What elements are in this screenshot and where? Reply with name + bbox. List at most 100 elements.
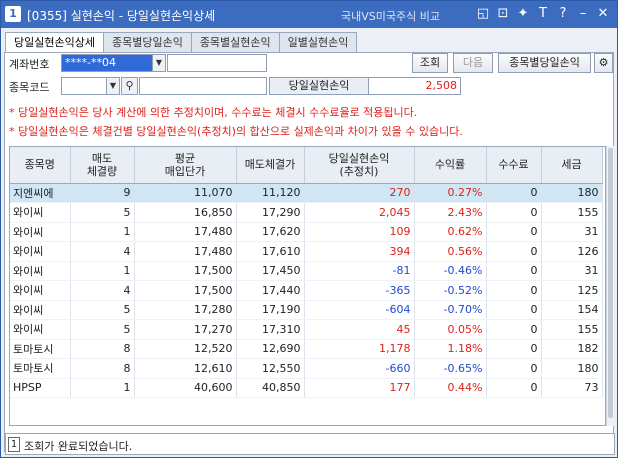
tab-daily-realized-pnl[interactable]: 일별실현손익 [278,32,358,52]
tab-daily-pnl-detail[interactable]: 당일실현손익상세 [5,32,104,53]
compare-link[interactable]: 국내VS미국주식 비교 [341,8,440,24]
chevron-down-icon: ▼ [155,58,163,67]
daily-pnl-by-stock-button[interactable]: 종목별당일손익 [498,53,591,73]
cell-return-rate: 0.62% [414,222,487,242]
close-icon[interactable]: ✕ [595,5,611,23]
header-label: 세금 [561,158,582,172]
cell-stock-name: 와이씨 [10,300,71,320]
text-icon[interactable]: T [535,5,551,23]
main-panel: 계좌번호 ****-**04 ▼ 조회 다음 종목별당일손익 ⚙ 종목코드 ▼ … [4,52,614,452]
cell-sell-price: 17,450 [236,261,305,281]
header-label: 당일실현손익 [328,151,390,165]
next-button[interactable]: 다음 [453,53,493,73]
tab-realized-pnl-by-stock[interactable]: 종목별실현손익 [190,32,280,52]
settings-button[interactable]: ⚙ [594,53,613,73]
cell-sell-qty: 9 [70,183,135,203]
table-row[interactable]: 와이씨 1 17,480 17,620 109 0.62% 0 31 [10,222,603,242]
header-sublabel: 체결량 [86,164,118,178]
header-tax[interactable]: 세금 [541,147,603,184]
cell-return-rate: -0.65% [414,358,487,379]
header-daily-pnl[interactable]: 당일실현손익 (추정치) [304,147,415,184]
table-row[interactable]: 와이씨 5 17,280 17,190 -604 -0.70% 0 154 [10,300,603,320]
cell-fee: 0 [486,319,542,340]
stock-search-button[interactable]: ⚲ [121,77,138,95]
link-icon[interactable]: ⊡ [495,5,511,23]
cell-return-rate: 0.56% [414,241,487,262]
cell-sell-price: 12,550 [236,358,305,379]
cell-stock-name: 와이씨 [10,222,71,242]
window-title: [0355] 실현손익 - 당일실현손익상세 [27,9,216,23]
account-dropdown[interactable]: ▼ [152,54,166,72]
table-row[interactable]: 와이씨 5 16,850 17,290 2,045 2.43% 0 155 [10,202,603,223]
cell-avg-price: 17,480 [134,222,237,242]
cell-sell-qty: 1 [70,222,135,242]
cell-daily-pnl: -660 [304,358,415,379]
query-button[interactable]: 조회 [412,53,448,73]
cell-daily-pnl: 1,178 [304,339,415,359]
cell-tax: 155 [541,319,603,340]
table-row[interactable]: 와이씨 4 17,480 17,610 394 0.56% 0 126 [10,241,603,262]
cell-avg-price: 40,600 [134,378,237,398]
table-row[interactable]: HPSP 1 40,600 40,850 177 0.44% 0 73 [10,378,603,398]
cell-fee: 0 [486,183,542,203]
stock-code-input[interactable] [61,77,107,95]
pnl-grid[interactable]: 종목명 매도 체결량 평균 매입단가 매도체결가 당일실현손익 (추정치) 수익률 수수료 세금 지… [9,146,606,426]
cell-sell-qty: 8 [70,339,135,359]
cell-avg-price: 12,520 [134,339,237,359]
title-icons: ◱ ⊡ ✦ T ? – ✕ [475,5,611,23]
cell-tax: 126 [541,241,603,262]
header-sell-price[interactable]: 매도체결가 [236,147,305,184]
cell-fee: 0 [486,300,542,320]
scrollbar-thumb[interactable] [608,148,613,418]
header-avg-price[interactable]: 평균 매입단가 [134,147,237,184]
stock-name-field [139,77,267,95]
cell-avg-price: 17,500 [134,261,237,281]
cell-daily-pnl: -81 [304,261,415,281]
window-icon[interactable]: ◱ [475,5,491,23]
cell-sell-price: 12,690 [236,339,305,359]
table-row[interactable]: 토마토시 8 12,520 12,690 1,178 1.18% 0 182 [10,339,603,359]
cell-return-rate: 0.44% [414,378,487,398]
table-row[interactable]: 와이씨 5 17,270 17,310 45 0.05% 0 155 [10,319,603,340]
cell-fee: 0 [486,339,542,359]
vertical-scrollbar[interactable] [606,146,614,426]
header-name[interactable]: 종목명 [10,147,71,184]
cell-fee: 0 [486,280,542,301]
help-icon[interactable]: ? [555,5,571,23]
cell-tax: 180 [541,358,603,379]
header-sell-qty[interactable]: 매도 체결량 [70,147,135,184]
cell-sell-price: 17,190 [236,300,305,320]
cell-sell-qty: 8 [70,358,135,379]
daily-pnl-label: 당일실현손익 [269,77,369,95]
cell-stock-name: HPSP [10,378,71,398]
header-label: 매도체결가 [244,158,296,172]
table-row[interactable]: 지엔씨에 9 11,070 11,120 270 0.27% 0 180 [10,183,603,203]
cell-daily-pnl: 109 [304,222,415,242]
stock-code-dropdown[interactable]: ▼ [106,77,120,95]
minimize-icon[interactable]: – [575,5,591,23]
cell-stock-name: 토마토시 [10,358,71,379]
table-row[interactable]: 와이씨 1 17,500 17,450 -81 -0.46% 0 31 [10,261,603,281]
header-return-rate[interactable]: 수익률 [414,147,487,184]
pin-icon[interactable]: ✦ [515,5,531,23]
cell-sell-qty: 5 [70,202,135,223]
header-fee[interactable]: 수수료 [486,147,542,184]
cell-sell-price: 11,120 [236,183,305,203]
cell-sell-qty: 1 [70,261,135,281]
account-input[interactable]: ****-**04 [61,54,153,72]
cell-tax: 73 [541,378,603,398]
table-body: 지엔씨에 9 11,070 11,120 270 0.27% 0 180 와이씨 5 16,850 1… [10,183,603,398]
header-label: 평균 [174,151,196,165]
title-bar[interactable]: 1 [0355] 실현손익 - 당일실현손익상세 국내VS미국주식 비교 ◱ ⊡… [1,1,617,28]
cell-daily-pnl: 177 [304,378,415,398]
tab-daily-pnl-by-stock[interactable]: 종목별당일손익 [102,32,192,52]
cell-fee: 0 [486,261,542,281]
cell-fee: 0 [486,378,542,398]
cell-avg-price: 17,280 [134,300,237,320]
table-row[interactable]: 와이씨 4 17,500 17,440 -365 -0.52% 0 125 [10,280,603,301]
account-name-field [167,54,267,72]
table-row[interactable]: 토마토시 8 12,610 12,550 -660 -0.65% 0 180 [10,358,603,379]
cell-fee: 0 [486,358,542,379]
tab-bar: 당일실현손익상세 종목별당일손익 종목별실현손익 일별실현손익 [5,32,358,53]
cell-return-rate: 2.43% [414,202,487,223]
